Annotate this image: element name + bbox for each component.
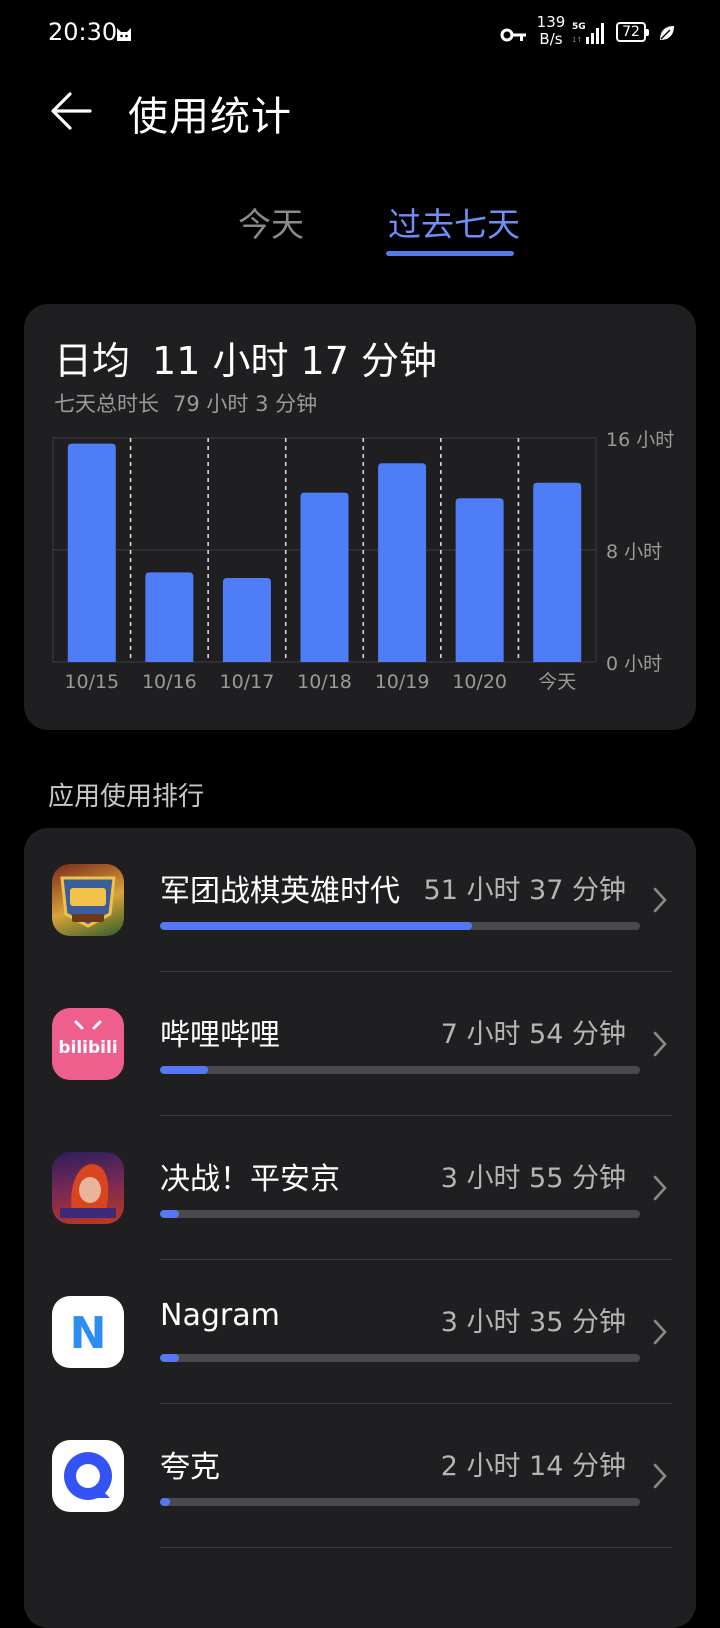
network-speed-unit: B/s	[539, 30, 563, 48]
app-usage-time: 3 小时 55 分钟	[440, 1163, 626, 1194]
usage-progress-track	[160, 922, 640, 930]
chart-bar	[145, 572, 194, 662]
section-title: 应用使用排行	[48, 782, 205, 812]
svg-text:5G: 5G	[572, 22, 586, 32]
app-usage-time: 2 小时 14 分钟	[440, 1451, 626, 1482]
x-tick-label: 10/20	[452, 671, 507, 693]
status-time: 20:30	[48, 18, 118, 46]
bilibili-logo-text: bilibili	[58, 1038, 117, 1058]
summary-card: 日均 11 小时 17 分钟 七天总时长 79 小时 3 分钟 0 小时 8 小时 16…	[24, 304, 696, 730]
tab-today[interactable]: 今天	[238, 198, 304, 246]
chevron-right-icon	[653, 1175, 667, 1201]
app-name: 夸克	[160, 1450, 220, 1485]
chevron-right-icon	[653, 887, 667, 913]
y-tick-label: 0 小时	[606, 653, 662, 675]
app-usage-time: 51 小时 37 分钟	[423, 875, 626, 906]
back-arrow-icon[interactable]	[48, 88, 94, 134]
app-name: 军团战棋英雄时代	[160, 874, 400, 909]
chevron-right-icon	[653, 1463, 667, 1489]
x-tick-label: 10/18	[297, 671, 352, 693]
bilibili-icon: bilibili	[52, 1008, 124, 1080]
chevron-right-icon	[653, 1031, 667, 1057]
chart-bar	[222, 578, 271, 662]
game-icon	[52, 864, 124, 936]
chart-bar	[533, 482, 582, 662]
app-row-onmyoji-arena[interactable]: 决战！平安京 3 小时 55 分钟	[24, 1116, 696, 1260]
app-row-bilibili[interactable]: bilibili 哔哩哔哩 7 小时 54 分钟	[24, 972, 696, 1116]
x-tick-label: 10/19	[375, 671, 430, 693]
chart-bar	[455, 498, 504, 662]
status-bar: 20:30 139 B/s 5G 1↑ 72	[0, 0, 720, 72]
chart-bar	[378, 463, 427, 662]
signal-icon: 5G 1↑	[572, 22, 604, 44]
app-name: Nagram	[160, 1298, 280, 1333]
usage-progress-fill	[160, 1210, 180, 1218]
x-tick-label: 10/16	[142, 671, 197, 693]
network-speed: 139 B/s	[536, 14, 566, 48]
x-tick-label: 10/17	[220, 671, 275, 693]
key-icon	[500, 28, 526, 42]
y-tick-label: 8 小时	[606, 541, 662, 563]
quark-icon	[52, 1440, 124, 1512]
usage-progress-track	[160, 1066, 640, 1074]
app-row-quark[interactable]: 夸克 2 小时 14 分钟	[24, 1404, 696, 1548]
usage-progress-track	[160, 1210, 640, 1218]
usage-progress-fill	[160, 922, 472, 930]
app-name: 决战！平安京	[160, 1162, 340, 1197]
chart-bar	[300, 492, 349, 662]
app-name: 哔哩哔哩	[160, 1018, 280, 1053]
x-tick-label: 10/15	[64, 671, 119, 693]
app-usage-time: 7 小时 54 分钟	[440, 1019, 626, 1050]
cat-icon	[117, 28, 131, 41]
app-usage-time: 3 小时 35 分钟	[440, 1307, 626, 1338]
app-ranking-list: 军团战棋英雄时代 51 小时 37 分钟 bilibili 哔哩哔哩 7 小时 …	[24, 828, 696, 1628]
nagram-icon: N	[52, 1296, 124, 1368]
chart-bar	[67, 443, 116, 662]
y-tick-label: 16 小时	[606, 429, 674, 451]
tab-selected-indicator	[386, 251, 514, 256]
nagram-logo-letter: N	[70, 1308, 107, 1359]
usage-progress-fill	[160, 1354, 180, 1362]
network-speed-value: 139	[536, 13, 566, 31]
tab-past-seven-days[interactable]: 过去七天	[388, 198, 520, 246]
app-row-legion-chess[interactable]: 军团战棋英雄时代 51 小时 37 分钟	[24, 828, 696, 972]
usage-bar-chart: 0 小时 8 小时 16 小时 10/15 10/16 10/17 10/18 10/19 10…	[52, 429, 674, 693]
row-divider	[160, 1547, 672, 1548]
game-icon	[52, 1152, 124, 1224]
usage-progress-track	[160, 1498, 640, 1506]
leaf-icon	[660, 26, 674, 40]
x-tick-label: 今天	[538, 671, 576, 693]
page-title: 使用统计	[128, 94, 292, 140]
battery-icon: 72	[616, 22, 650, 46]
chevron-right-icon	[653, 1319, 667, 1345]
usage-progress-track	[160, 1354, 640, 1362]
usage-progress-fill	[160, 1066, 208, 1074]
battery-level: 72	[616, 22, 646, 42]
app-row-nagram[interactable]: N Nagram 3 小时 35 分钟	[24, 1260, 696, 1404]
svg-text:1↑: 1↑	[572, 36, 582, 44]
usage-progress-fill	[160, 1498, 170, 1506]
